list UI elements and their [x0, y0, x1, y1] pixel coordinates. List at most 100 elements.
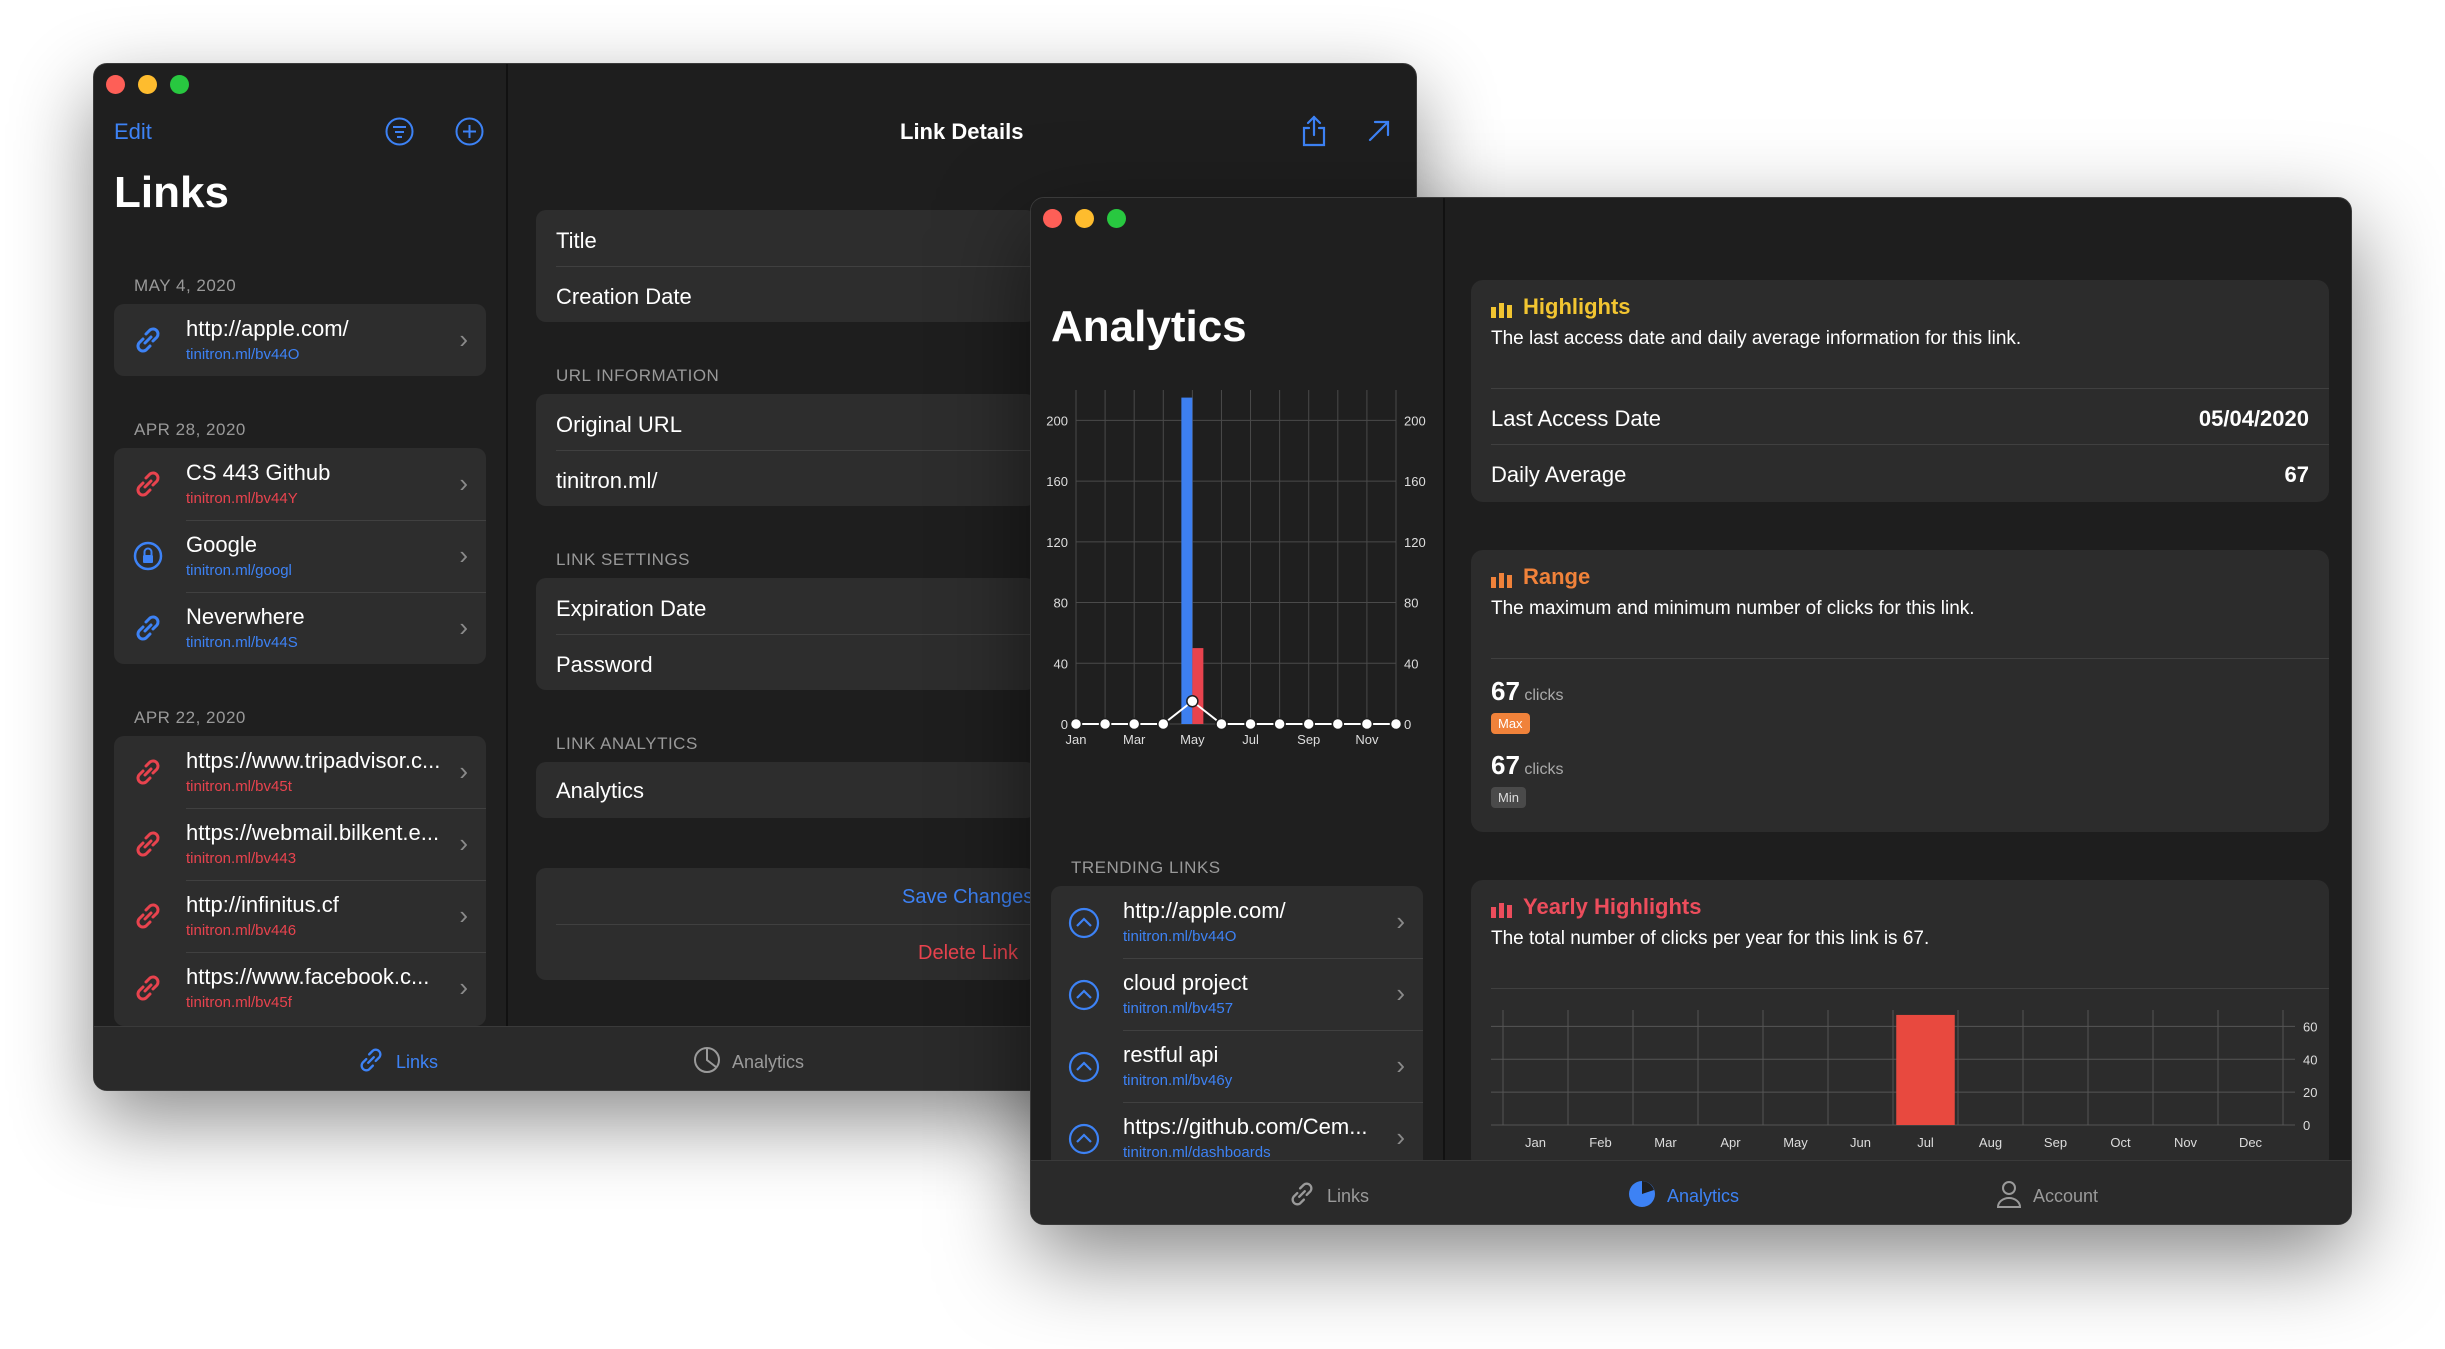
link-short: tinitron.ml/bv45t	[186, 778, 292, 795]
open-link-icon[interactable]	[1364, 116, 1394, 151]
url-group: Original URL tinitron.ml/	[536, 394, 1036, 506]
minimize-window-button[interactable]	[1075, 209, 1094, 228]
password-label[interactable]: Password	[556, 652, 653, 678]
list-item[interactable]: https://www.facebook.c... tinitron.ml/bv…	[114, 952, 486, 1024]
y-tick-label: 80	[1404, 596, 1418, 611]
link-short: tinitron.ml/bv44O	[1123, 928, 1237, 945]
max-badge: Max	[1491, 713, 1530, 734]
analytics-section-header: LINK ANALYTICS	[556, 734, 698, 753]
yearly-card: Yearly Highlights The total number of cl…	[1471, 880, 2329, 1170]
max-clicks: 67 clicks	[1491, 676, 1563, 707]
save-changes-button[interactable]: Save Changes	[902, 886, 1033, 909]
minimize-window-button[interactable]	[138, 75, 157, 94]
edit-button[interactable]: Edit	[114, 119, 152, 145]
list-item[interactable]: http://apple.com/ tinitron.ml/bv44O ›	[1051, 886, 1423, 958]
divider	[1491, 444, 2329, 445]
link-url: Neverwhere	[186, 604, 305, 629]
y-tick-label: 160	[1046, 474, 1068, 489]
tab-analytics[interactable]: Analytics	[692, 1045, 804, 1080]
y-tick-label: 120	[1404, 535, 1426, 550]
close-window-button[interactable]	[1043, 209, 1062, 228]
x-tick-label: Mar	[1654, 1135, 1677, 1150]
add-link-icon[interactable]	[454, 116, 485, 147]
close-window-button[interactable]	[106, 75, 125, 94]
title-field-label[interactable]: Title	[556, 228, 597, 254]
x-tick-label: Sep	[1297, 732, 1320, 747]
analytics-group: Analytics	[536, 762, 1036, 818]
tab-links[interactable]: Links	[1287, 1179, 1369, 1214]
creation-date-label: Creation Date	[556, 284, 692, 309]
list-item[interactable]: restful api tinitron.ml/bv46y ›	[1051, 1030, 1423, 1102]
min-clicks: 67 clicks	[1491, 750, 1563, 781]
short-url-field[interactable]: tinitron.ml/	[556, 468, 657, 494]
list-item[interactable]: CS 443 Github tinitron.ml/bv44Y ›	[114, 448, 486, 520]
chevron-right-icon: ›	[1396, 906, 1405, 936]
y-tick-label: 40	[2303, 1052, 2317, 1067]
pie-chart-icon	[1627, 1179, 1657, 1214]
trending-up-icon	[1067, 906, 1101, 945]
range-card: Range The maximum and minimum number of …	[1471, 550, 2329, 832]
x-tick-label: Jun	[1850, 1135, 1871, 1150]
divider	[556, 924, 1036, 925]
section-date: MAY 4, 2020	[134, 276, 237, 295]
trending-group: http://apple.com/ tinitron.ml/bv44O › cl…	[1051, 886, 1423, 1176]
min-value: 67	[1491, 750, 1520, 780]
list-item[interactable]: http://infinitus.cf tinitron.ml/bv446 ›	[114, 880, 486, 952]
chevron-right-icon: ›	[459, 828, 468, 858]
clicks-unit: clicks	[1524, 687, 1564, 704]
x-tick-label: Dec	[2239, 1135, 2263, 1150]
yearly-title: Yearly Highlights	[1523, 894, 1702, 919]
data-point	[1331, 717, 1345, 731]
divider	[1491, 988, 2329, 989]
data-point	[1069, 717, 1083, 731]
link-icon	[356, 1045, 386, 1080]
data-point	[1127, 717, 1141, 731]
link-url: https://www.tripadvisor.c...	[186, 748, 441, 773]
data-point	[1302, 717, 1315, 731]
tab-bar: Links Analytics Account	[1031, 1160, 2351, 1224]
detail-header: Link Details	[900, 119, 1024, 144]
list-item[interactable]: https://webmail.bilkent.e... tinitron.ml…	[114, 808, 486, 880]
list-item[interactable]: https://www.tripadvisor.c... tinitron.ml…	[114, 736, 486, 808]
actions-group: Save Changes Delete Link	[536, 868, 1036, 980]
zoom-window-button[interactable]	[170, 75, 189, 94]
tab-label: Links	[396, 1052, 439, 1072]
pie-chart-icon	[692, 1045, 722, 1080]
x-tick-label: Jan	[1066, 732, 1087, 747]
link-url: http://apple.com/	[1123, 898, 1286, 923]
clicks-unit: clicks	[1524, 761, 1564, 778]
link-icon	[1287, 1179, 1317, 1214]
zoom-window-button[interactable]	[1107, 209, 1126, 228]
original-url-label[interactable]: Original URL	[556, 412, 682, 438]
link-short: tinitron.ml/bv457	[1123, 1000, 1234, 1017]
link-short: tinitron.ml/bv45f	[186, 994, 292, 1011]
list-item[interactable]: Neverwhere tinitron.ml/bv44S ›	[114, 592, 486, 664]
bar-chart-icon	[1491, 300, 1513, 323]
y-tick-label: 200	[1404, 413, 1426, 428]
analytics-row[interactable]: Analytics	[556, 778, 644, 804]
window-controls	[1043, 209, 1126, 228]
tab-links[interactable]: Links	[356, 1045, 438, 1080]
monthly-clicks-chart: 0 0 40 40 80 80 120 120 160 160 200 200 Jan Mar May Jul…	[1046, 390, 1426, 747]
data-point	[1186, 694, 1199, 708]
filter-icon[interactable]	[384, 116, 415, 147]
y-tick-label: 80	[1054, 596, 1068, 611]
data-point	[1273, 717, 1286, 731]
delete-link-button[interactable]: Delete Link	[918, 942, 1018, 965]
link-url: CS 443 Github	[186, 460, 331, 485]
list-item[interactable]: cloud project tinitron.ml/bv457 ›	[1051, 958, 1423, 1030]
link-url: https://github.com/Cem...	[1123, 1114, 1368, 1139]
link-group: http://apple.com/ tinitron.ml/bv44O ›	[114, 304, 486, 376]
tab-account[interactable]: Account	[1995, 1179, 2098, 1214]
list-item[interactable]: Google tinitron.ml/googl ›	[114, 520, 486, 592]
data-point	[1215, 717, 1228, 731]
daily-average-label: Daily Average	[1491, 462, 1627, 487]
expiration-date-label[interactable]: Expiration Date	[556, 596, 706, 622]
y-tick-label: 40	[1404, 656, 1418, 671]
url-section-header: URL INFORMATION	[556, 366, 720, 385]
list-item[interactable]: http://apple.com/ tinitron.ml/bv44O ›	[114, 304, 486, 376]
title-group: Title Creation Date	[536, 210, 1036, 322]
share-icon[interactable]	[1299, 114, 1329, 153]
tab-analytics[interactable]: Analytics	[1627, 1179, 1739, 1214]
person-icon	[1995, 1179, 2023, 1214]
